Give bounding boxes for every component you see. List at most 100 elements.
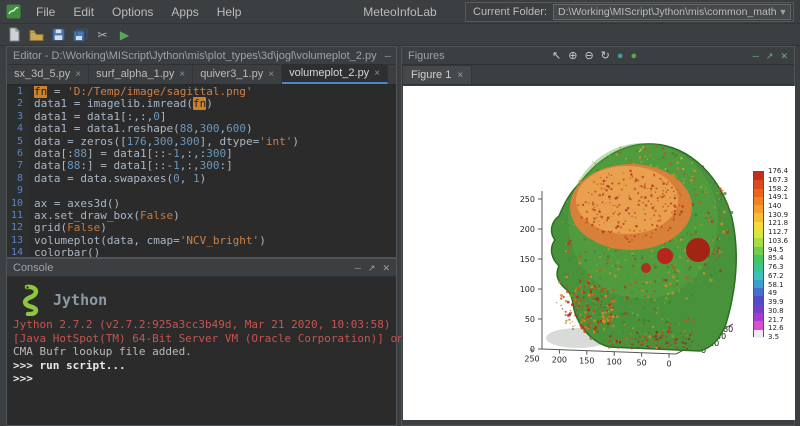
editor-tab-quiver3_1.py[interactable]: quiver3_1.py × <box>193 64 282 84</box>
code-token: ax.set_draw_box( <box>34 209 140 222</box>
code-token: :] <box>219 159 232 172</box>
colorbar-label: 121.8 <box>768 220 788 227</box>
cut-icon[interactable]: ✂ <box>93 26 112 44</box>
chevron-down-icon[interactable]: ▼ <box>776 5 790 19</box>
console-line: >>> <box>7 372 396 386</box>
editor-tab-sx_3d_5.py[interactable]: sx_3d_5.py× <box>7 64 89 84</box>
colorbar-label: 58.1 <box>768 282 784 289</box>
editor-tab-surf_alpha_1.py[interactable]: surf_alpha_1.py× <box>89 64 193 84</box>
float-button[interactable]: ↗ <box>368 259 376 277</box>
close-icon[interactable]: × <box>75 69 81 80</box>
console-window-controls: ─ ↗ ✕ <box>347 259 396 277</box>
globe-green-icon[interactable]: ● <box>631 47 638 65</box>
globe-teal-icon[interactable]: ● <box>617 47 624 65</box>
code-token: data = data.swapaxes( <box>34 172 173 185</box>
code-editor[interactable]: 1fn = 'D:/Temp/image/sagittal.png'2data1… <box>7 86 396 257</box>
line-number: 7 <box>7 160 29 172</box>
figure-tab[interactable]: Figure 1 × <box>402 65 472 84</box>
run-script-icon[interactable]: ▶ <box>115 26 134 44</box>
svg-text:250: 250 <box>520 195 535 204</box>
menu-options[interactable]: Options <box>103 0 162 24</box>
line-number: 4 <box>7 123 29 135</box>
code-token: ) <box>292 135 299 148</box>
menu-help[interactable]: Help <box>208 0 251 24</box>
save-all-icon[interactable] <box>71 26 90 44</box>
figure-canvas[interactable]: 2502001501005002502001501005001600204060… <box>403 86 795 420</box>
console-line: >>> run script... <box>7 359 396 373</box>
colorbar-segment <box>754 222 763 230</box>
code-token: 300 <box>200 159 220 172</box>
console-panel: Console ─↗✕ Jython Jython 2.7.2 (v2.7.2:… <box>6 258 397 426</box>
minimize-button[interactable]: ─ <box>385 47 391 65</box>
code-token: ,:, <box>180 159 200 172</box>
code-token: , <box>173 135 180 148</box>
menu-file[interactable]: File <box>27 0 64 24</box>
svg-text:150: 150 <box>520 255 535 264</box>
menu-apps[interactable]: Apps <box>162 0 207 24</box>
jython-logo-text: Jython <box>53 291 107 309</box>
code-token: 300 <box>200 122 220 135</box>
current-folder-combobox[interactable]: D:\Working\MIScript\Jython\mis\common_ma… <box>553 4 791 20</box>
colorbar-segment <box>754 189 763 197</box>
main-toolbar: ✂▶ <box>0 24 800 46</box>
close-icon[interactable]: × <box>457 70 463 81</box>
current-folder-label: Current Folder: <box>473 6 547 18</box>
rotate-icon[interactable]: ↻ <box>601 47 610 65</box>
line-number: 13 <box>7 235 29 247</box>
console-output[interactable]: Jython Jython 2.7.2 (v2.7.2:925a3cc3b49d… <box>7 278 396 425</box>
zoom-out-icon[interactable]: ⊖ <box>584 47 593 65</box>
close-button[interactable]: ✕ <box>382 259 390 277</box>
code-line: 8data = data.swapaxes(0, 1) <box>7 173 396 185</box>
colorbar-label: 176.4 <box>768 168 788 175</box>
zoom-in-icon[interactable]: ⊕ <box>568 47 577 65</box>
close-icon[interactable]: × <box>179 69 185 80</box>
code-token: ax = axes3d() <box>34 197 120 210</box>
svg-text:200: 200 <box>552 356 567 365</box>
console-lines: Jython 2.7.2 (v2.7.2:925a3cc3b49d, Mar 2… <box>7 318 396 386</box>
colorbar-bar <box>753 171 764 337</box>
colorbar-label: 167.3 <box>768 177 788 184</box>
colorbar-label: 3.5 <box>768 334 779 341</box>
minimize-button[interactable]: ─ <box>753 47 759 65</box>
colorbar-segment <box>754 247 763 255</box>
code-token: 300 <box>180 135 200 148</box>
colorbar-segment <box>754 238 763 246</box>
close-button[interactable]: ✕ <box>780 47 788 65</box>
code-token: grid( <box>34 221 67 234</box>
code-text: data = data.swapaxes(0, 1) <box>29 173 206 185</box>
float-button[interactable]: ↗ <box>766 47 774 65</box>
code-token: ) <box>246 122 253 135</box>
editor-tab-volumeplot_2.py[interactable]: volumeplot_2.py× <box>282 64 388 84</box>
editor-tab-label: quiver3_1.py <box>200 68 263 80</box>
jython-logo: Jython <box>7 278 396 318</box>
code-token: 1 <box>193 172 200 185</box>
line-number: 6 <box>7 148 29 160</box>
code-token: data1 = data1[:,:, <box>34 110 153 123</box>
close-icon[interactable]: × <box>268 69 274 80</box>
line-number: 8 <box>7 173 29 185</box>
code-token: 300 <box>206 147 226 160</box>
colorbar: 176.4167.3158.2149.1140130.9121.8112.710… <box>753 171 795 341</box>
line-number: 5 <box>7 136 29 148</box>
menu-items: FileEditOptionsAppsHelp <box>27 0 250 24</box>
code-token: 'NCV_bright' <box>180 234 259 247</box>
code-token: data[ <box>34 159 67 172</box>
save-icon[interactable] <box>49 26 68 44</box>
colorbar-segment <box>754 280 763 288</box>
colorbar-segment <box>754 255 763 263</box>
code-token: colorbar() <box>34 246 100 257</box>
code-token: 0 <box>173 172 180 185</box>
new-script-icon[interactable] <box>5 26 24 44</box>
colorbar-segment <box>754 272 763 280</box>
menu-edit[interactable]: Edit <box>64 0 103 24</box>
close-icon[interactable]: × <box>374 68 380 79</box>
code-token: 300 <box>153 135 173 148</box>
select-arrow-icon[interactable]: ↖ <box>552 47 561 65</box>
minimize-button[interactable]: ─ <box>355 259 361 277</box>
code-token: 88 <box>74 147 87 160</box>
colorbar-segment <box>754 330 763 338</box>
open-file-icon[interactable] <box>27 26 46 44</box>
colorbar-label: 85.4 <box>768 255 784 262</box>
figures-panel: Figures ↖⊕⊖↻●● ─↗✕ Figure 1 × 2502001501… <box>401 46 795 426</box>
code-token: False <box>140 209 173 222</box>
